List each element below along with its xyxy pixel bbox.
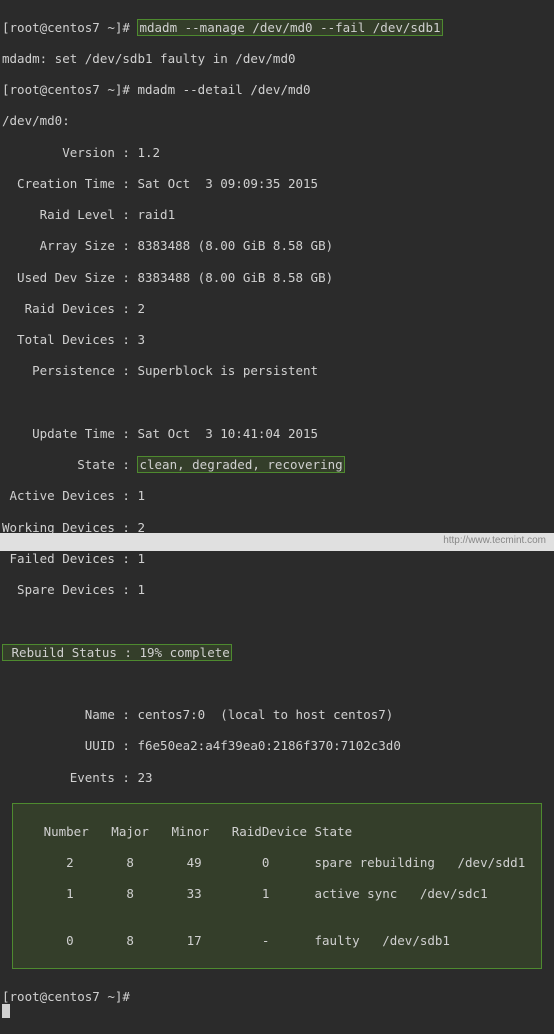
detail-creation-time: Creation Time : Sat Oct 3 09:09:35 2015 xyxy=(2,176,552,192)
command-2: mdadm --detail /dev/md0 xyxy=(137,82,310,97)
detail-events: Events : 23 xyxy=(2,770,552,786)
detail-update-time: Update Time : Sat Oct 3 10:41:04 2015 xyxy=(2,426,552,442)
prompt-line-1: [root@centos7 ~]# mdadm --manage /dev/md… xyxy=(2,20,552,36)
shell-prompt: [root@centos7 ~]# xyxy=(2,20,137,35)
detail-array-size: Array Size : 8383488 (8.00 GiB 8.58 GB) xyxy=(2,238,552,254)
detail-version: Version : 1.2 xyxy=(2,145,552,161)
output-line-1: mdadm: set /dev/sdb1 faulty in /dev/md0 xyxy=(2,51,552,67)
device-table: Number Major Minor RaidDevice State 2 8 … xyxy=(12,803,542,969)
blank xyxy=(2,613,552,629)
device-header: /dev/md0: xyxy=(2,113,552,129)
table-row: 2 8 49 0 spare rebuilding /dev/sdd1 xyxy=(21,855,533,871)
detail-rebuild-status: Rebuild Status : 19% complete xyxy=(2,645,552,661)
terminal-prompt-final[interactable]: [root@centos7 ~]# xyxy=(0,973,554,1034)
detail-state: State : clean, degraded, recovering xyxy=(2,457,552,473)
detail-persistence: Persistence : Superblock is persistent xyxy=(2,363,552,379)
terminal-output: [root@centos7 ~]# mdadm --manage /dev/md… xyxy=(0,0,554,801)
state-label: State : xyxy=(2,457,137,472)
table-row: 1 8 33 1 active sync /dev/sdc1 xyxy=(21,886,533,902)
detail-active-devices: Active Devices : 1 xyxy=(2,488,552,504)
detail-total-devices: Total Devices : 3 xyxy=(2,332,552,348)
state-value: clean, degraded, recovering xyxy=(137,456,344,473)
cursor-icon xyxy=(2,1004,10,1018)
table-row: 0 8 17 - faulty /dev/sdb1 xyxy=(21,933,533,949)
blank xyxy=(2,395,552,411)
detail-name: Name : centos7:0 (local to host centos7) xyxy=(2,707,552,723)
table-header: Number Major Minor RaidDevice State xyxy=(21,824,533,840)
watermark: http://www.tecmint.com xyxy=(443,535,546,548)
prompt-line-2: [root@centos7 ~]# mdadm --detail /dev/md… xyxy=(2,82,552,98)
shell-prompt: [root@centos7 ~]# xyxy=(2,82,137,97)
rebuild-status-value: Rebuild Status : 19% complete xyxy=(2,644,232,661)
blank xyxy=(2,676,552,692)
shell-prompt: [root@centos7 ~]# xyxy=(2,989,552,1005)
detail-used-dev-size: Used Dev Size : 8383488 (8.00 GiB 8.58 G… xyxy=(2,270,552,286)
detail-failed-devices: Failed Devices : 1 xyxy=(2,551,552,567)
command-1: mdadm --manage /dev/md0 --fail /dev/sdb1 xyxy=(137,19,442,36)
detail-spare-devices: Spare Devices : 1 xyxy=(2,582,552,598)
detail-uuid: UUID : f6e50ea2:a4f39ea0:2186f370:7102c3… xyxy=(2,738,552,754)
detail-raid-level: Raid Level : raid1 xyxy=(2,207,552,223)
detail-raid-devices: Raid Devices : 2 xyxy=(2,301,552,317)
